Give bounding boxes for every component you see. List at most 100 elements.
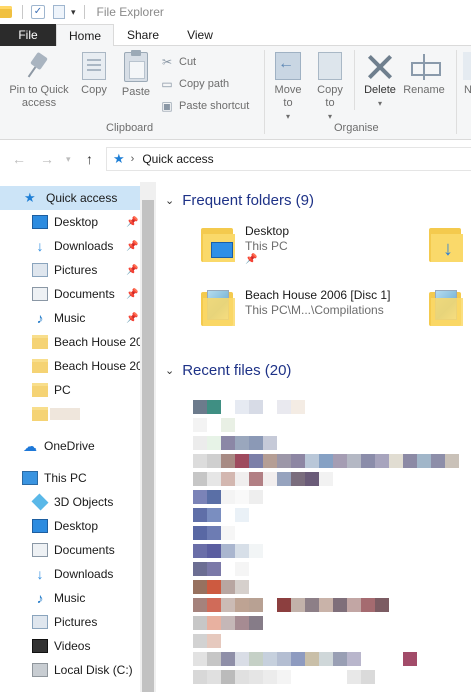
back-arrow-icon[interactable]: ← [12,151,26,167]
recent-file-row[interactable] [193,562,249,576]
new-icon [463,52,471,80]
nav-item-pictures[interactable]: Pictures 📌 [0,258,140,282]
copy-button[interactable]: Copy [76,52,112,97]
obscured-text [235,670,249,684]
recent-file-row[interactable] [193,526,263,540]
recent-file-row[interactable] [193,616,263,630]
obscured-text [249,454,263,468]
pin-to-quick-access-button[interactable]: Pin to Quick access [4,52,74,110]
nav-item-3d-objects[interactable]: 3D Objects [0,490,140,514]
nav-item-pc[interactable]: PC [0,378,140,402]
recent-file-row[interactable] [193,508,263,522]
recent-file-row[interactable] [193,400,305,414]
nav-scroll-thumb[interactable] [142,200,154,692]
folder-tile-downloads[interactable]: ↓ [429,224,471,264]
breadcrumb-chevron-icon[interactable]: › [131,153,135,165]
cut-button[interactable]: ✂ Cut [160,54,196,70]
delete-icon [366,52,394,80]
collapse-chevron-icon[interactable]: ⌄ [165,194,174,207]
recent-file-row[interactable] [193,436,277,450]
recent-file-row[interactable] [193,490,263,504]
recent-file-row[interactable] [193,634,249,648]
recent-file-row[interactable] [193,472,333,486]
tab-file[interactable]: File [0,24,56,46]
nav-item-quick-access[interactable]: ★ Quick access [0,186,140,210]
nav-item-pictures[interactable]: Pictures [0,610,140,634]
up-arrow-icon[interactable]: ↑ [86,151,93,167]
nav-item-beach-house-2006[interactable]: Beach House 2006 [0,330,140,354]
star-icon: ★ [24,190,36,205]
obscured-text [221,400,235,414]
nav-item-label: Music [54,311,86,325]
recent-file-row[interactable] [193,418,277,432]
paste-button[interactable]: Paste [118,50,154,99]
recent-file-row[interactable] [193,652,417,666]
nav-item-local-disk-c[interactable]: Local Disk (C:) [0,658,140,682]
obscured-text [235,508,249,522]
properties-icon[interactable]: ✓ [31,5,45,19]
recent-file-row[interactable] [193,454,459,468]
obscured-text [277,400,291,414]
nav-item-videos[interactable]: Videos [0,634,140,658]
nav-item-label: Beach House 2006 [54,335,140,349]
obscured-text [235,634,249,648]
nav-item-desktop[interactable]: Desktop 📌 [0,210,140,234]
copy-to-button[interactable]: Copy to ▾ [312,52,348,123]
frequent-folders-header[interactable]: ⌄ Frequent folders (9) [165,192,314,209]
nav-item-documents[interactable]: Documents 📌 [0,282,140,306]
recent-file-row[interactable] [193,544,277,558]
nav-item-downloads[interactable]: ↓ Downloads 📌 [0,234,140,258]
delete-button[interactable]: Delete ▾ [360,52,400,110]
breadcrumb-quick-access[interactable]: Quick access [142,152,213,166]
rename-button[interactable]: Rename [402,52,446,97]
tab-home[interactable]: Home [56,24,114,47]
tab-share[interactable]: Share [118,24,168,46]
window-title: File Explorer [96,5,164,19]
recent-file-row[interactable] [193,598,389,612]
nav-item-this-pc[interactable]: This PC [0,466,140,490]
folder-icon[interactable] [0,6,12,18]
nav-scrollbar[interactable] [140,182,156,692]
nav-item-downloads[interactable]: ↓ Downloads [0,562,140,586]
recent-file-row[interactable] [193,670,389,684]
file-thumbnail [193,562,207,576]
pin-icon: 📌 [126,240,139,252]
file-thumbnail [193,544,207,558]
nav-item-unnamed-folder[interactable] [0,402,140,426]
address-field[interactable]: ★ › Quick access [106,147,471,171]
obscured-text [333,670,347,684]
nav-item-music[interactable]: ♪ Music 📌 [0,306,140,330]
file-thumbnail [193,580,207,594]
paste-shortcut-label: Paste shortcut [179,100,250,112]
file-thumbnail [193,652,207,666]
nav-item-music[interactable]: ♪ Music [0,586,140,610]
folder-tile-desktop[interactable]: Desktop This PC 📌 [201,224,289,265]
nav-item-onedrive[interactable]: ☁ OneDrive [0,434,140,458]
obscured-text [221,616,235,630]
tab-view[interactable]: View [172,24,228,46]
nav-item-desktop[interactable]: Desktop [0,514,140,538]
recent-file-row[interactable] [193,580,249,594]
recent-files-header[interactable]: ⌄ Recent files (20) [165,362,291,379]
new-folder-icon[interactable] [53,5,65,19]
copy-path-button[interactable]: ▭ Copy path [160,76,229,92]
rename-label: Rename [403,84,445,96]
recent-locations-chevron-icon[interactable]: ▾ [66,154,71,165]
move-to-button[interactable]: Move to ▾ [270,52,306,123]
collapse-chevron-icon[interactable]: ⌄ [165,364,174,377]
folder-tile-beach-house[interactable]: Beach House 2006 [Disc 1] This PC\M...\C… [201,288,390,328]
obscured-text [305,598,319,612]
address-bar: ← → ▾ ↑ ★ › Quick access [0,141,471,177]
forward-arrow-icon[interactable]: → [40,151,54,167]
folder-tile-album[interactable] [429,288,471,328]
folder-icon [32,335,48,349]
nav-item-documents[interactable]: Documents [0,538,140,562]
copy-to-label: Copy to [317,84,343,109]
new-button[interactable]: N [462,52,471,97]
paste-shortcut-button[interactable]: ▣ Paste shortcut [160,98,249,114]
obscured-text [319,652,333,666]
file-thumbnail [207,436,221,450]
nav-item-beach-house-2006[interactable]: Beach House 2006 [0,354,140,378]
customize-toolbar-icon[interactable]: ▾ [71,7,76,18]
pin-icon: 📌 [245,254,258,265]
